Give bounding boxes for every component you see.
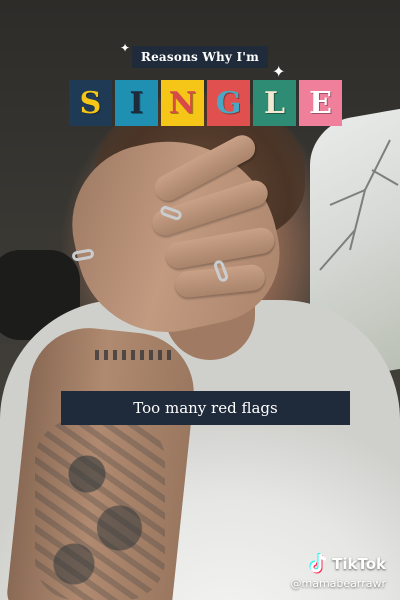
tiktok-brand: TikTok — [332, 555, 386, 573]
tiktok-watermark: TikTok @mamabearrawr — [290, 553, 386, 590]
arm-tattoo — [35, 420, 165, 600]
letter-tile: S — [69, 80, 112, 126]
caption-text: Too many red flags — [61, 391, 350, 425]
tiktok-logo-icon — [309, 553, 327, 574]
letter-tile: L — [253, 80, 296, 126]
tree-branches — [319, 139, 399, 271]
creator-handle[interactable]: @mamabearrawr — [290, 577, 386, 590]
sparkle-icon: ✦ — [120, 41, 131, 55]
finger-tattoo — [95, 350, 175, 360]
single-letter-tiles: S I N G L E — [69, 80, 342, 126]
letter-tile: E — [299, 80, 342, 126]
title-overlay: ✦ Reasons Why I'm ✦ — [0, 42, 400, 80]
sparkle-icon: ✦ — [272, 62, 286, 81]
letter-tile: I — [115, 80, 158, 126]
letter-tile: G — [207, 80, 250, 126]
title-subtitle: Reasons Why I'm — [131, 46, 269, 68]
letter-tile: N — [161, 80, 204, 126]
